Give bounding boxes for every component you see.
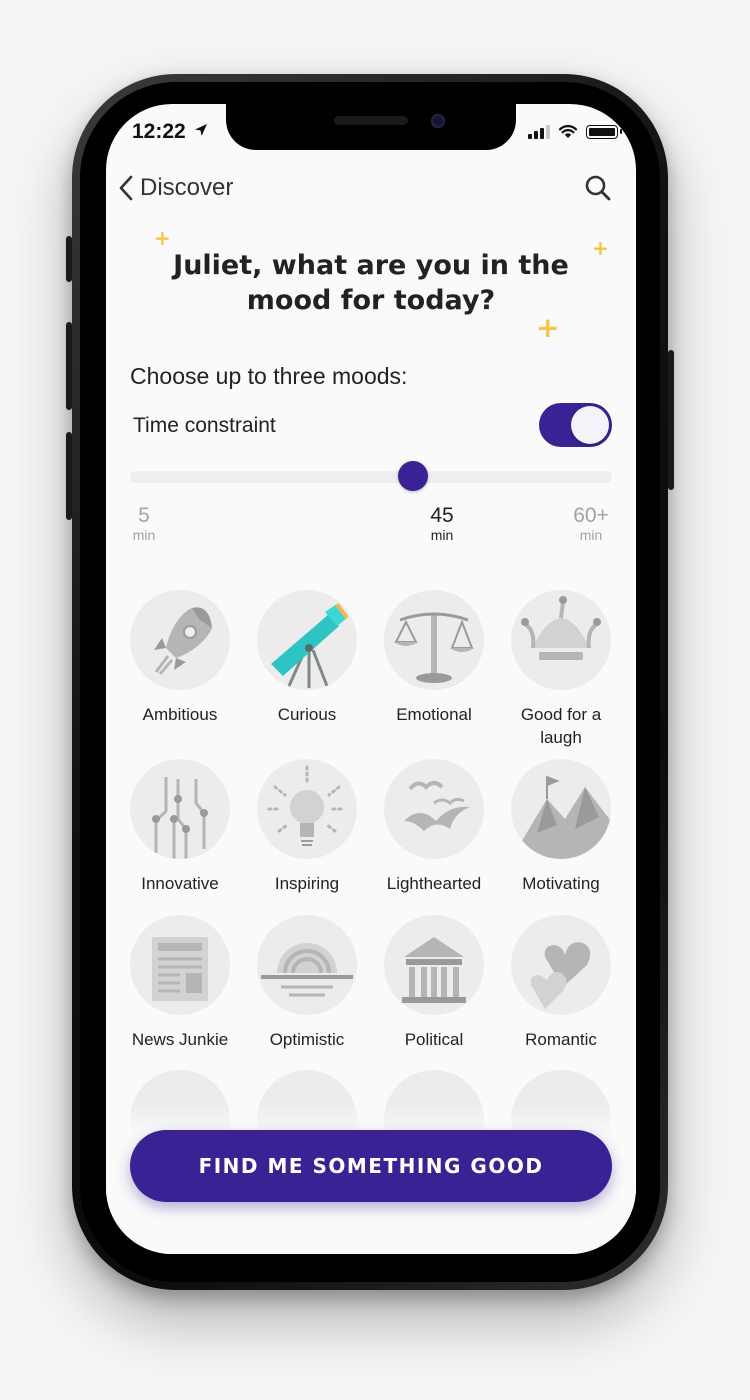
slider-tick-value: 60+ xyxy=(573,504,609,527)
sparkle-decoration: + xyxy=(536,311,560,344)
mood-option-label: Good for a laugh xyxy=(520,705,602,747)
mood-option-label: Inspiring xyxy=(274,874,340,893)
circuit-icon xyxy=(130,759,230,859)
scales-icon xyxy=(384,590,484,690)
slider-tick-value: 45 xyxy=(430,504,454,527)
time-slider-track[interactable] xyxy=(130,471,612,483)
mood-option-inspiring[interactable]: Inspiring xyxy=(243,759,371,895)
mood-option-label: Political xyxy=(404,1030,464,1049)
mood-option-label: Ambitious xyxy=(142,705,218,724)
mood-option-innovative[interactable]: Innovative xyxy=(116,759,244,895)
sparkle-decoration: + xyxy=(154,226,171,250)
mood-option-news-junkie[interactable]: News Junkie xyxy=(116,915,244,1051)
battery-icon xyxy=(586,125,622,139)
mood-option-label: Motivating xyxy=(522,874,600,893)
time-constraint-toggle[interactable] xyxy=(539,403,612,447)
mood-instructions: Choose up to three moods: xyxy=(130,363,408,389)
page-title-line2: mood for today? xyxy=(246,285,496,316)
toggle-knob xyxy=(571,406,609,444)
slider-tick-label: 45 min xyxy=(412,504,472,542)
slider-tick-unit: min xyxy=(430,527,454,543)
lightbulb-icon xyxy=(257,759,357,859)
mood-option-label: Curious xyxy=(277,705,337,724)
front-camera xyxy=(431,114,445,128)
phone-power-button xyxy=(668,350,674,490)
status-bar-time: 12:22 xyxy=(132,120,208,144)
hearts-icon xyxy=(511,915,611,1015)
mood-option-political[interactable]: Political xyxy=(370,915,498,1051)
wifi-icon xyxy=(558,125,578,138)
rocket-icon xyxy=(130,590,230,690)
mood-option-lighthearted[interactable]: Lighthearted xyxy=(370,759,498,895)
chevron-left-icon xyxy=(119,175,133,201)
phone-volume-down xyxy=(66,432,72,520)
back-button[interactable]: Discover xyxy=(118,174,233,202)
mood-option-optimistic[interactable]: Optimistic xyxy=(243,915,371,1051)
mountain-icon xyxy=(511,759,611,859)
find-something-button[interactable]: FIND ME SOMETHING GOOD xyxy=(130,1130,612,1202)
time-slider-thumb[interactable] xyxy=(398,461,429,491)
status-time-text: 12:22 xyxy=(132,120,186,143)
search-button[interactable] xyxy=(584,174,612,206)
mood-option-romantic[interactable]: Romantic xyxy=(497,915,625,1051)
app-screen: 12:22 Discover + + + Juliet, what are yo… xyxy=(106,104,636,1254)
mood-option-label: Innovative xyxy=(141,874,219,893)
birds-icon xyxy=(384,759,484,859)
cellular-signal-icon xyxy=(528,125,550,139)
mood-option-good-for-a-laugh[interactable]: Good for a laugh xyxy=(497,590,625,749)
notch xyxy=(226,104,516,150)
mood-option-motivating[interactable]: Motivating xyxy=(497,759,625,895)
slider-tick-unit: min xyxy=(132,527,156,543)
location-arrow-icon xyxy=(194,124,207,136)
slider-tick-unit: min xyxy=(579,527,603,543)
page-title: Juliet, what are you in the mood for tod… xyxy=(146,248,596,318)
back-button-label: Discover xyxy=(140,174,234,201)
slider-tick-value: 5 xyxy=(138,504,150,527)
capitol-icon xyxy=(384,915,484,1015)
mood-option-label: Romantic xyxy=(525,1030,597,1049)
mood-option-label: Emotional xyxy=(396,705,472,724)
slider-tick-label: 60+ min xyxy=(561,504,621,542)
time-constraint-label: Time constraint xyxy=(133,414,276,437)
mood-option-label: Lighthearted xyxy=(386,874,482,893)
page-title-line1: Juliet, what are you in the xyxy=(173,250,569,281)
mood-option-emotional[interactable]: Emotional xyxy=(370,590,498,726)
mood-option-label: Optimistic xyxy=(269,1030,345,1049)
search-icon xyxy=(585,175,611,201)
jester-hat-icon xyxy=(511,590,611,690)
sunrise-icon xyxy=(257,915,357,1015)
mood-option-curious[interactable]: Curious xyxy=(243,590,371,726)
newspaper-icon xyxy=(130,915,230,1015)
phone-volume-up xyxy=(66,322,72,410)
slider-tick-label: 5 min xyxy=(114,504,174,542)
phone-mute-switch xyxy=(66,236,72,282)
mood-option-ambitious[interactable]: Ambitious xyxy=(116,590,244,726)
status-bar-icons xyxy=(528,124,622,139)
earpiece-speaker xyxy=(334,116,408,125)
telescope-icon xyxy=(257,590,357,690)
mood-option-label: News Junkie xyxy=(131,1030,229,1049)
